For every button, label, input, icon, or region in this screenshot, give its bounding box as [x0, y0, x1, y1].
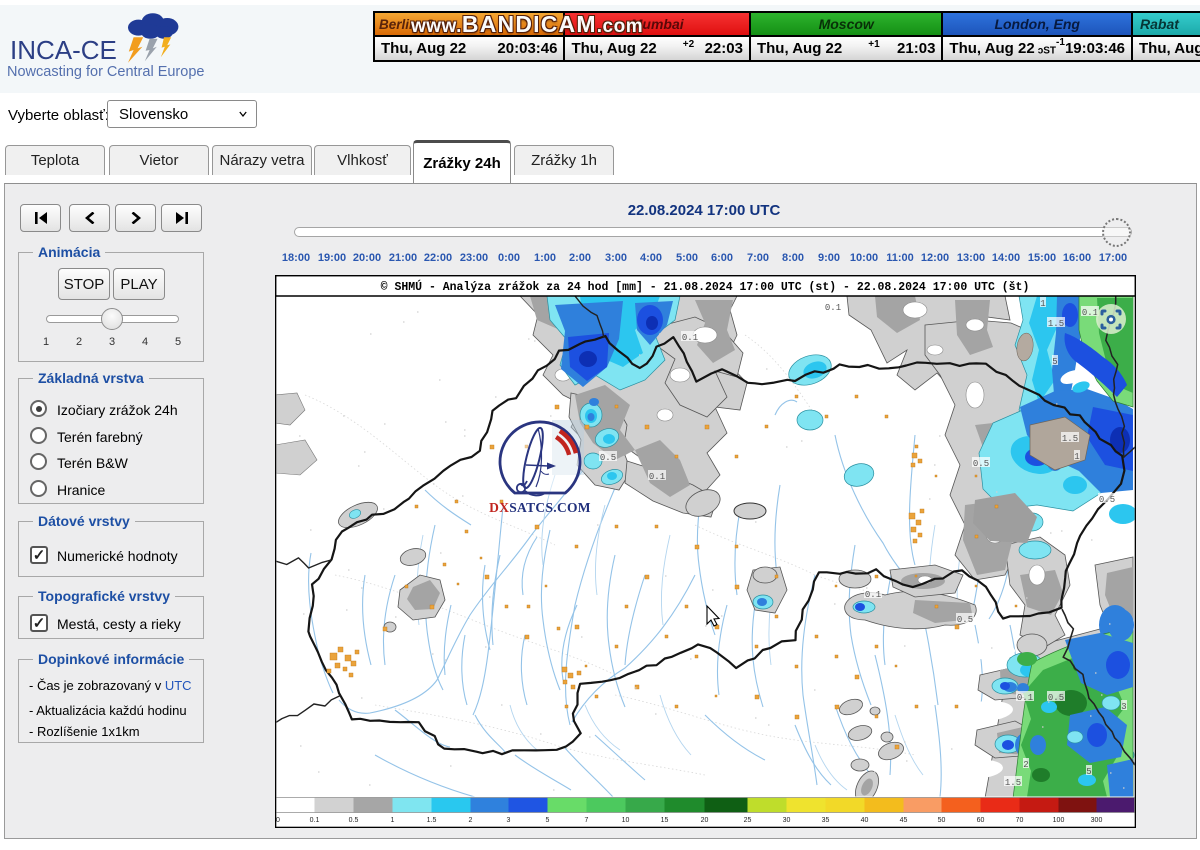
svg-text:1: 1	[391, 817, 395, 824]
svg-text:1: 1	[1040, 299, 1045, 309]
svg-text:5: 5	[1052, 357, 1057, 367]
svg-text:0.5: 0.5	[973, 459, 989, 469]
svg-text:1.5: 1.5	[427, 817, 437, 824]
svg-text:5: 5	[546, 817, 550, 824]
svg-text:5: 5	[1086, 767, 1091, 777]
svg-text:0.1: 0.1	[865, 590, 881, 600]
svg-text:1.5: 1.5	[1062, 434, 1078, 444]
svg-text:0.5: 0.5	[1048, 693, 1064, 703]
svg-text:10: 10	[622, 817, 630, 824]
svg-text:3: 3	[507, 817, 511, 824]
svg-text:0.1: 0.1	[1082, 308, 1098, 318]
svg-text:30: 30	[783, 817, 791, 824]
svg-text:1: 1	[1074, 452, 1079, 462]
svg-text:DXSATCS.COM: DXSATCS.COM	[489, 500, 591, 515]
svg-text:1.5: 1.5	[1005, 778, 1021, 788]
svg-text:0.5: 0.5	[1099, 495, 1115, 505]
svg-text:0.5: 0.5	[349, 817, 359, 824]
svg-text:0.5: 0.5	[600, 453, 616, 463]
svg-text:3: 3	[1121, 702, 1126, 712]
svg-text:25: 25	[744, 817, 752, 824]
svg-text:7: 7	[585, 817, 589, 824]
svg-text:60: 60	[977, 817, 985, 824]
svg-text:0.5: 0.5	[957, 615, 973, 625]
svg-text:0.1: 0.1	[682, 333, 698, 343]
svg-text:1.5: 1.5	[1048, 319, 1064, 329]
svg-text:100: 100	[1053, 817, 1065, 824]
svg-text:0.1: 0.1	[310, 817, 320, 824]
svg-text:35: 35	[822, 817, 830, 824]
svg-text:20: 20	[701, 817, 709, 824]
svg-text:0: 0	[276, 817, 280, 824]
svg-text:© SHMÚ - Analýza zrážok za 24: © SHMÚ - Analýza zrážok za 24 hod [mm] -…	[381, 280, 1030, 294]
svg-text:70: 70	[1016, 817, 1024, 824]
svg-text:300: 300	[1091, 817, 1103, 824]
svg-text:0.1: 0.1	[649, 472, 665, 482]
svg-text:50: 50	[938, 817, 946, 824]
svg-text:45: 45	[900, 817, 908, 824]
svg-text:0.1: 0.1	[1017, 693, 1033, 703]
svg-text:2: 2	[469, 817, 473, 824]
svg-text:40: 40	[861, 817, 869, 824]
svg-text:0.1: 0.1	[825, 303, 841, 313]
svg-text:2: 2	[1023, 760, 1028, 770]
svg-text:15: 15	[661, 817, 669, 824]
